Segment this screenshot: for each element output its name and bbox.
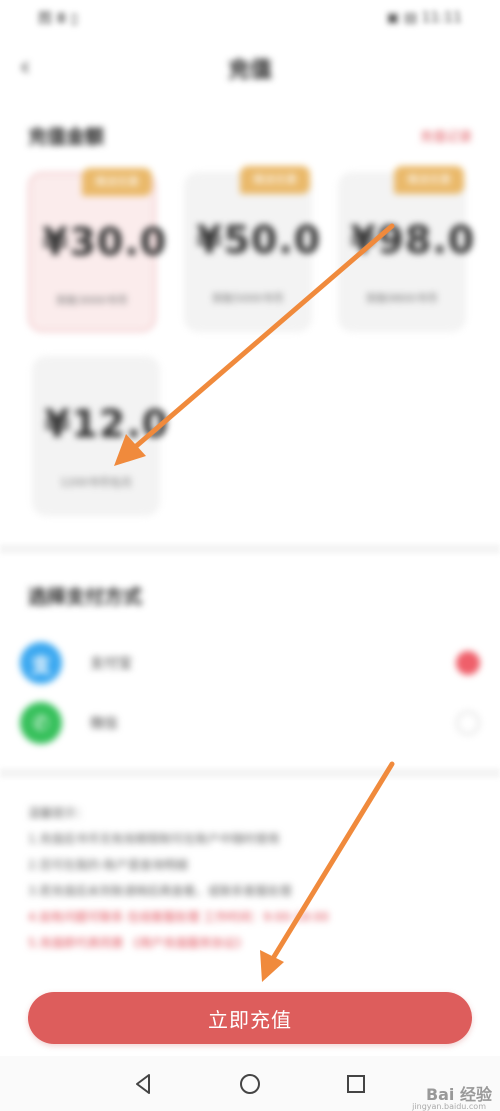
payment-option-label: 支付宝	[90, 656, 132, 672]
status-bar: 图 Ⅲ ▯ ▣ ▤ 11:11	[0, 0, 500, 36]
card-badge: 赠送优惠	[240, 166, 310, 194]
card-badge: 赠送优惠	[394, 166, 464, 194]
section-divider	[0, 544, 500, 554]
status-right: ▣ ▤ 11:11	[386, 10, 462, 26]
page-title: 充值	[227, 58, 272, 83]
card-desc: 到账3000书币	[56, 294, 128, 307]
card-amount: ¥30.0	[42, 220, 168, 264]
payment-section-title: 选择支付方式	[28, 586, 143, 608]
note-line: 温馨提示：	[28, 806, 89, 820]
recents-square-icon[interactable]	[344, 1072, 368, 1096]
amount-card-30[interactable]: 赠送优惠 ¥30.0 到账3000书币	[28, 168, 166, 332]
alipay-icon: 支	[20, 642, 62, 684]
payment-option-wechat[interactable]: ✆ 微信	[20, 698, 480, 748]
amount-section-title: 充值金额	[28, 126, 105, 148]
payment-option-alipay[interactable]: 支 支付宝	[20, 638, 480, 688]
recharge-records-link[interactable]: 充值记录	[420, 126, 472, 145]
recharge-notes: 温馨提示： 1.充值后书币无有效期限制可在账户中随时使用 2.您可在我的-账户里…	[28, 800, 468, 956]
header: ‹ 充值	[0, 40, 500, 96]
back-button[interactable]: ‹	[10, 52, 40, 82]
back-triangle-icon[interactable]	[132, 1072, 156, 1096]
payment-option-label: 微信	[90, 716, 118, 732]
note-line: 2.您可在我的-账户里查询明细	[28, 858, 188, 872]
system-nav-bar: Bai 经验 jingyan.baidu.com	[0, 1056, 500, 1111]
amount-card-50[interactable]: 赠送优惠 ¥50.0 到账5000书币	[184, 166, 320, 332]
recharge-now-button[interactable]: 立即充值	[28, 992, 472, 1044]
note-line-customer-service[interactable]: 4.如有问题可联系 在线客服处理 工作时间：9:00-18:00	[28, 904, 468, 930]
baidu-watermark-url: jingyan.baidu.com	[412, 1102, 486, 1111]
card-amount: ¥50.0	[196, 218, 322, 262]
home-circle-icon[interactable]	[238, 1072, 262, 1096]
note-line: 1.充值后书币无有效期限制可在账户中随时使用	[28, 832, 280, 846]
card-desc: 1200书币包月	[60, 476, 132, 489]
section-divider	[0, 768, 500, 778]
card-desc: 到账9800书币	[366, 292, 438, 305]
status-left: 图 Ⅲ ▯	[38, 11, 79, 27]
note-line-agreement[interactable]: 5.充值即代表同意 《用户充值服务协议》	[28, 930, 468, 956]
payment-radio-wechat[interactable]	[456, 711, 480, 735]
card-desc: 到账5000书币	[212, 292, 284, 305]
amount-card-98[interactable]: 赠送优惠 ¥98.0 到账9800书币	[338, 166, 474, 332]
amount-section-header: 充值金额 充值记录	[28, 122, 472, 149]
wechat-icon: ✆	[20, 702, 62, 744]
card-amount: ¥12.0	[44, 402, 170, 446]
card-badge: 赠送优惠	[82, 168, 152, 196]
note-line: 3.若充值后未到账请稍后再查看，或联系客服处理	[28, 884, 292, 898]
card-amount: ¥98.0	[350, 218, 476, 262]
amount-card-12[interactable]: ¥12.0 1200书币包月	[32, 356, 168, 516]
payment-radio-alipay[interactable]	[456, 651, 480, 675]
